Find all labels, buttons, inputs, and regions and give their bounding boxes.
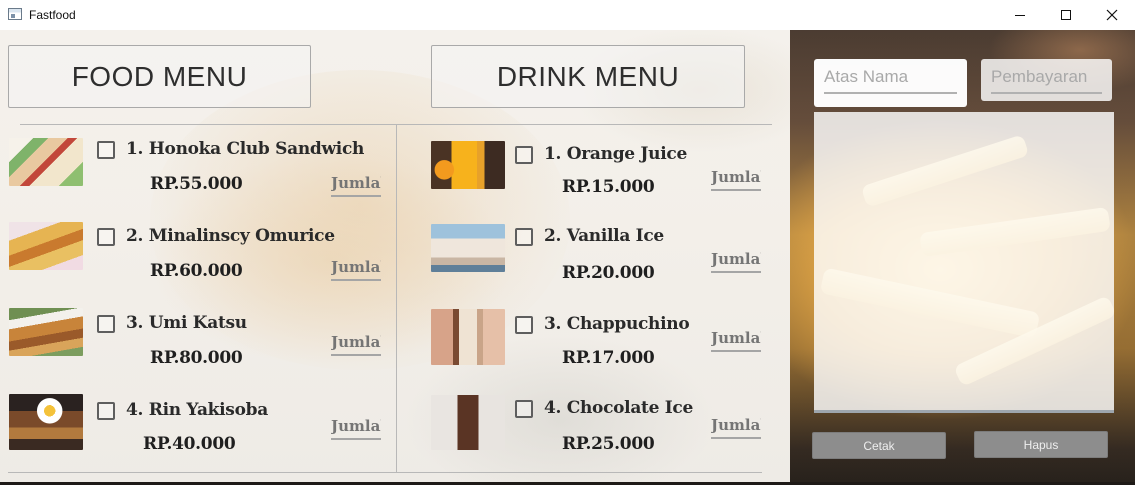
food-item-2-price: RP.60.000: [150, 261, 243, 281]
food-item-1-name: 1. Honoka Club Sandwich: [126, 139, 365, 159]
drink-item-1-price: RP.15.000: [562, 177, 655, 197]
vanilla-ice-image: [431, 224, 505, 272]
minimize-icon: [1015, 14, 1025, 16]
order-panel: Cetak Hapus: [790, 30, 1135, 485]
food-item-1-price: RP.55.000: [150, 174, 243, 194]
yakisoba-image: [9, 394, 83, 450]
sandwich-image: [9, 138, 83, 186]
drink-item-2-checkbox[interactable]: [515, 228, 533, 246]
column-divider: [396, 124, 397, 472]
title-bar: Fastfood: [0, 0, 1135, 30]
cappuccino-image: [431, 309, 505, 365]
receipt-textarea[interactable]: [814, 112, 1114, 410]
food-item-2-name: 2. Minalinscy Omurice: [126, 226, 335, 246]
food-menu-header: FOOD MENU: [8, 45, 311, 108]
food-item-4-name: 4. Rin Yakisoba: [126, 400, 268, 420]
maximize-icon: [1061, 10, 1071, 20]
food-item-2-checkbox[interactable]: [97, 228, 115, 246]
customer-name-input[interactable]: [824, 67, 957, 94]
drink-item-3-price: RP.17.000: [562, 348, 655, 368]
katsu-image: [9, 308, 83, 356]
food-item-3-price: RP.80.000: [150, 348, 243, 368]
customer-name-field: [814, 59, 967, 107]
food-item-1-quantity-input[interactable]: [331, 171, 381, 197]
orange-juice-image: [431, 141, 505, 189]
drink-menu-header: DRINK MENU: [431, 45, 745, 108]
food-item-3-name: 3. Umi Katsu: [126, 313, 247, 333]
maximize-button[interactable]: [1043, 0, 1089, 30]
drink-item-1-name: 1. Orange Juice: [544, 144, 687, 164]
drink-item-4-quantity-input[interactable]: [711, 413, 761, 439]
chocolate-ice-image: [431, 395, 505, 450]
window-title: Fastfood: [29, 8, 76, 22]
drink-item-2-name: 2. Vanilla Ice: [544, 226, 664, 246]
drink-item-4-checkbox[interactable]: [515, 400, 533, 418]
food-item-4-price: RP.40.000: [143, 434, 236, 454]
drink-item-1-checkbox[interactable]: [515, 146, 533, 164]
bottom-divider: [8, 472, 762, 473]
drink-item-4-price: RP.25.000: [562, 434, 655, 454]
drink-item-1-quantity-input[interactable]: [711, 165, 761, 191]
omurice-image: [9, 222, 83, 270]
food-item-2-quantity-input[interactable]: [331, 255, 381, 281]
drink-item-3-name: 3. Chappuchino: [544, 314, 690, 334]
food-item-3-checkbox[interactable]: [97, 315, 115, 333]
drink-item-2-quantity-input[interactable]: [711, 247, 761, 273]
app-window-icon: [8, 8, 22, 20]
payment-input[interactable]: [991, 67, 1102, 94]
close-button[interactable]: [1089, 0, 1135, 30]
food-item-3-quantity-input[interactable]: [331, 330, 381, 356]
payment-field: [981, 59, 1112, 101]
main-content: FOOD MENU DRINK MENU 1. Honoka Club Sand…: [0, 30, 1135, 485]
drink-item-4-name: 4. Chocolate Ice: [544, 398, 693, 418]
drink-item-2-price: RP.20.000: [562, 263, 655, 283]
food-item-1-checkbox[interactable]: [97, 141, 115, 159]
menu-area: FOOD MENU DRINK MENU 1. Honoka Club Sand…: [0, 30, 790, 485]
food-item-4-quantity-input[interactable]: [331, 414, 381, 440]
print-button[interactable]: Cetak: [812, 432, 946, 459]
minimize-button[interactable]: [997, 0, 1043, 30]
drink-item-3-checkbox[interactable]: [515, 316, 533, 334]
drink-item-3-quantity-input[interactable]: [711, 326, 761, 352]
close-icon: [1106, 9, 1118, 21]
clear-button[interactable]: Hapus: [974, 431, 1108, 458]
food-item-4-checkbox[interactable]: [97, 402, 115, 420]
receipt-underline: [814, 410, 1114, 413]
